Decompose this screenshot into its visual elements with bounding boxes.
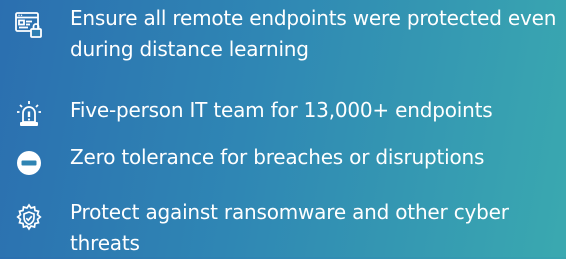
alert-beacon-icon (12, 97, 46, 131)
list-item-text: Protect against ransomware and other cyb… (70, 200, 509, 255)
gear-shield-icon (12, 201, 46, 235)
list-item-text: Ensure all remote endpoints were protect… (70, 6, 557, 61)
browser-lock-icon (12, 8, 46, 42)
list-item-text: Zero tolerance for breaches or disruptio… (70, 145, 485, 169)
list-item-text: Five-person IT team for 13,000+ endpoint… (70, 98, 493, 122)
no-entry-icon (12, 146, 46, 180)
feature-list: Ensure all remote endpoints were protect… (0, 0, 566, 257)
